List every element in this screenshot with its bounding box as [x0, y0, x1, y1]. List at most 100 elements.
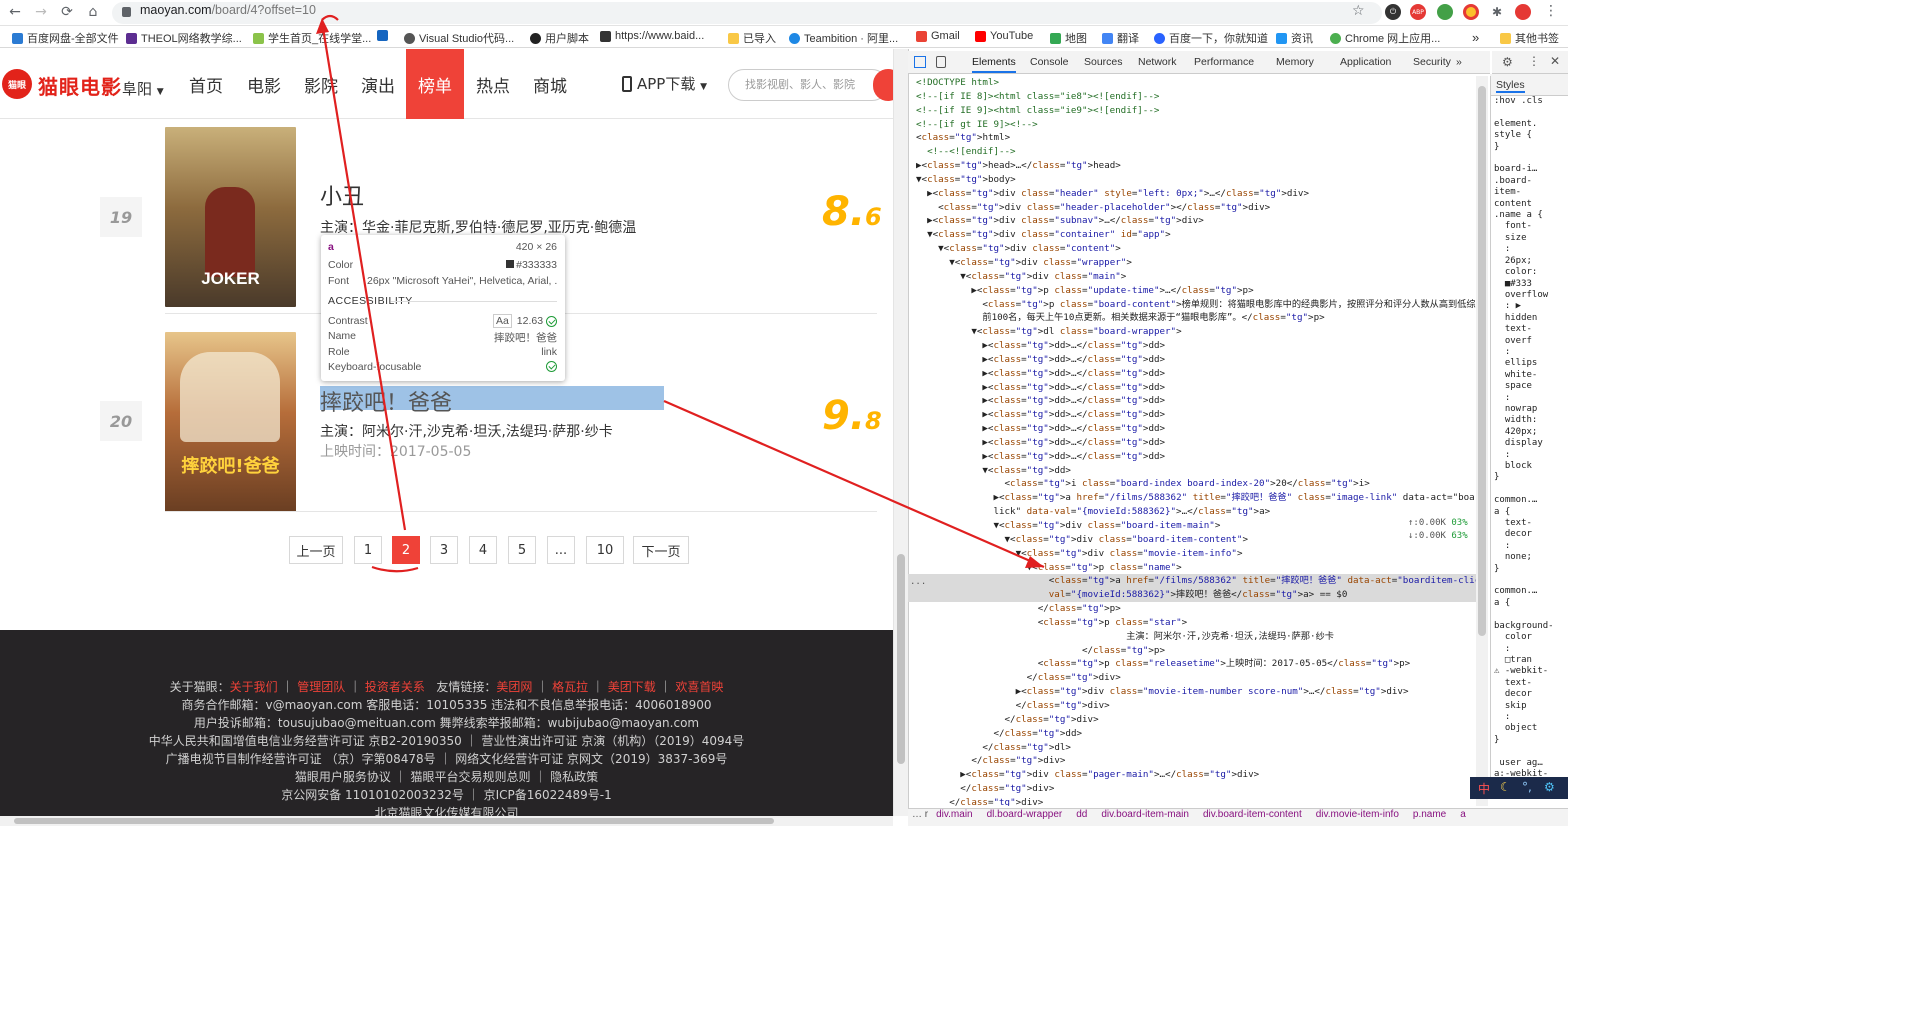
bookmark-item[interactable]: https://www.baid... [600, 30, 704, 42]
dom-line[interactable]: ▶<class="tg">dd>…</class="tg">dd> [916, 339, 1476, 353]
pager-prev-button[interactable]: 上一页 [289, 536, 343, 564]
dom-tree-scrollbar[interactable] [1476, 76, 1488, 806]
dom-line[interactable]: ▼<class="tg">div class="main"> [916, 270, 1476, 284]
dom-line[interactable]: <!--[if IE 8]><html class="ie8"><![endif… [916, 90, 1476, 104]
footer-link[interactable]: 格瓦拉 [552, 680, 588, 694]
device-toggle-icon[interactable] [936, 56, 946, 68]
dom-line[interactable]: 主演：阿米尔·汗,沙克希·坦沃,法缇玛·萨那·纱卡 [916, 630, 1476, 644]
dom-line[interactable]: </class="tg">div> [916, 671, 1476, 685]
dom-line[interactable]: ▶<class="tg">dd>…</class="tg">dd> [916, 394, 1476, 408]
dom-line[interactable]: ▶<class="tg">div class="pager-main">…</c… [916, 768, 1476, 782]
nav-shows[interactable]: 演出 [349, 49, 407, 119]
nav-hot[interactable]: 热点 [464, 49, 522, 119]
breadcrumb-item[interactable]: div.main [936, 809, 973, 820]
dom-line[interactable]: <!--[if gt IE 9]><!--> [916, 118, 1476, 132]
pager-page-4[interactable]: 4 [469, 536, 497, 564]
dom-line[interactable]: ▶<class="tg">dd>…</class="tg">dd> [916, 367, 1476, 381]
breadcrumb-list[interactable]: div.main dl.board-wrapper dd div.board-item… [936, 809, 1480, 820]
dom-line[interactable]: <class="tg">p class="star"> [916, 616, 1476, 630]
breadcrumb-item[interactable]: p.name [1413, 809, 1446, 820]
bookmark-item[interactable]: 资讯 [1276, 30, 1313, 46]
breadcrumb-item[interactable]: div.board-item-main [1101, 809, 1189, 820]
dom-line[interactable]: ▼<class="tg">div class="content"> [916, 242, 1476, 256]
bookmark-item[interactable]: 翻译 [1102, 30, 1139, 46]
pager-page-5[interactable]: 5 [508, 536, 536, 564]
dom-line[interactable]: ▶<class="tg">p class="update-time">…</cl… [916, 284, 1476, 298]
footer-link[interactable]: 管理团队 [297, 680, 345, 694]
breadcrumb-item[interactable]: dd [1076, 809, 1087, 820]
dom-line[interactable]: ▶<class="tg">dd>…</class="tg">dd> [916, 408, 1476, 422]
bookmark-item[interactable]: 已导入 [728, 30, 776, 46]
search-input[interactable]: 找影视剧、影人、影院 [728, 69, 888, 101]
nav-home[interactable]: 首页 [177, 49, 235, 119]
dom-line[interactable]: </class="tg">div> [916, 782, 1476, 796]
ime-lang-icon[interactable]: 中 [1478, 780, 1490, 797]
tab-memory[interactable]: Memory [1276, 56, 1314, 68]
close-icon[interactable]: ✕ [1550, 54, 1560, 68]
dom-line[interactable]: ▼<class="tg">dl class="board-wrapper"> [916, 325, 1476, 339]
dom-line[interactable]: ▶<class="tg">dd>…</class="tg">dd> [916, 450, 1476, 464]
tab-sources[interactable]: Sources [1084, 56, 1123, 68]
bookmark-item[interactable]: 用户脚本 [530, 30, 589, 46]
star-icon[interactable]: ☆ [1352, 3, 1365, 19]
dom-line[interactable]: </class="tg">div> [916, 699, 1476, 713]
dom-line[interactable]: ▼<class="tg">body> [916, 173, 1476, 187]
dom-line[interactable]: </class="tg">p> [916, 602, 1476, 616]
reload-icon[interactable]: ⟳ [56, 2, 78, 22]
nav-mall[interactable]: 商城 [521, 49, 579, 119]
dom-line[interactable]: val="{movieId:588362}">摔跤吧！爸爸</class="tg… [916, 588, 1476, 602]
footer-link[interactable]: 投资者关系 [365, 680, 425, 694]
footer-link[interactable]: 美团下载 [608, 680, 656, 694]
bookmark-item[interactable]: Visual Studio代码... [404, 30, 514, 46]
dom-line[interactable]: <!--[if IE 9]><html class="ie9"><![endif… [916, 104, 1476, 118]
dom-line[interactable]: ▶<class="tg">head>…</class="tg">head> [916, 159, 1476, 173]
tab-application[interactable]: Application [1340, 56, 1391, 68]
pager-page-2[interactable]: 2 [392, 536, 420, 564]
breadcrumb-item[interactable]: dl.board-wrapper [987, 809, 1063, 820]
pager-page-3[interactable]: 3 [430, 536, 458, 564]
nav-movies[interactable]: 电影 [235, 49, 293, 119]
settings-icon[interactable]: ⚙ [1502, 55, 1513, 69]
tab-security[interactable]: Security [1413, 56, 1451, 68]
dom-tree[interactable]: <!DOCTYPE html> <!--[if IE 8]><html class… [916, 76, 1476, 806]
bookmark-item[interactable]: Chrome 网上应用... [1330, 30, 1440, 46]
app-download[interactable]: APP下载 ▼ [622, 73, 707, 94]
back-icon[interactable]: ← [4, 2, 26, 22]
pager-page-1[interactable]: 1 [354, 536, 382, 564]
tab-elements[interactable]: Elements [972, 56, 1016, 73]
dom-line[interactable]: ▼<class="tg">div class="container" id="a… [916, 228, 1476, 242]
dom-line[interactable]: ▼<class="tg">dd> [916, 464, 1476, 478]
maoyan-logo-icon[interactable]: 猫眼 [2, 69, 32, 99]
adblock-icon[interactable]: ABP [1410, 4, 1426, 20]
dom-line[interactable]: <class="tg">div class="header-placeholde… [916, 201, 1476, 215]
kebab-icon[interactable]: ⋮ [1528, 54, 1540, 68]
more-bookmarks-icon[interactable]: » [1472, 30, 1479, 45]
dom-line[interactable]: </class="tg">div> [916, 713, 1476, 727]
extension-icon[interactable]: ⏻ [1385, 4, 1401, 20]
dom-line[interactable]: ▶<class="tg">div class="movie-item-numbe… [916, 685, 1476, 699]
tab-performance[interactable]: Performance [1194, 56, 1254, 68]
bookmark-item[interactable]: 学生首页_在线学堂... [253, 30, 371, 46]
home-icon[interactable]: ⌂ [82, 2, 104, 22]
dom-line[interactable]: ▶<class="tg">div class="subnav">…</class… [916, 214, 1476, 228]
bookmark-item[interactable]: Gmail [916, 30, 960, 42]
dom-line[interactable]: ▶<class="tg">dd>…</class="tg">dd> [916, 436, 1476, 450]
bookmark-item[interactable]: Teambition · 阿里... [789, 30, 898, 46]
menu-icon[interactable]: ⋮ [1544, 3, 1558, 19]
dom-line[interactable]: ▶<class="tg">div class="header" style="l… [916, 187, 1476, 201]
inspect-icon[interactable] [914, 56, 926, 68]
bookmark-item[interactable]: 百度一下，你就知道 [1154, 30, 1268, 46]
dom-line[interactable]: ▼<class="tg">div class="movie-item-info"… [916, 547, 1476, 561]
dom-line[interactable]: <class="tg">p class="releasetime">上映时间：2… [916, 657, 1476, 671]
footer-link[interactable]: 关于我们 [230, 680, 278, 694]
city-selector[interactable]: 阜阳 ▼ [122, 78, 164, 99]
url-text[interactable]: maoyan.com/board/4?offset=10 [140, 3, 316, 17]
movie-name[interactable]: 小丑 [320, 179, 364, 211]
extension-icon[interactable] [1437, 4, 1453, 20]
movie-poster[interactable]: 摔跤吧!爸爸 [165, 332, 296, 512]
breadcrumb-item[interactable]: a [1460, 809, 1466, 820]
dom-line[interactable]: <class="tg">html> [916, 131, 1476, 145]
dom-line[interactable]: ▶<class="tg">dd>…</class="tg">dd> [916, 353, 1476, 367]
dom-line[interactable]: lick" data-val="{movieId:588362}">…</cla… [916, 505, 1476, 519]
dom-line[interactable]: ▼<class="tg">div class="wrapper"> [916, 256, 1476, 270]
